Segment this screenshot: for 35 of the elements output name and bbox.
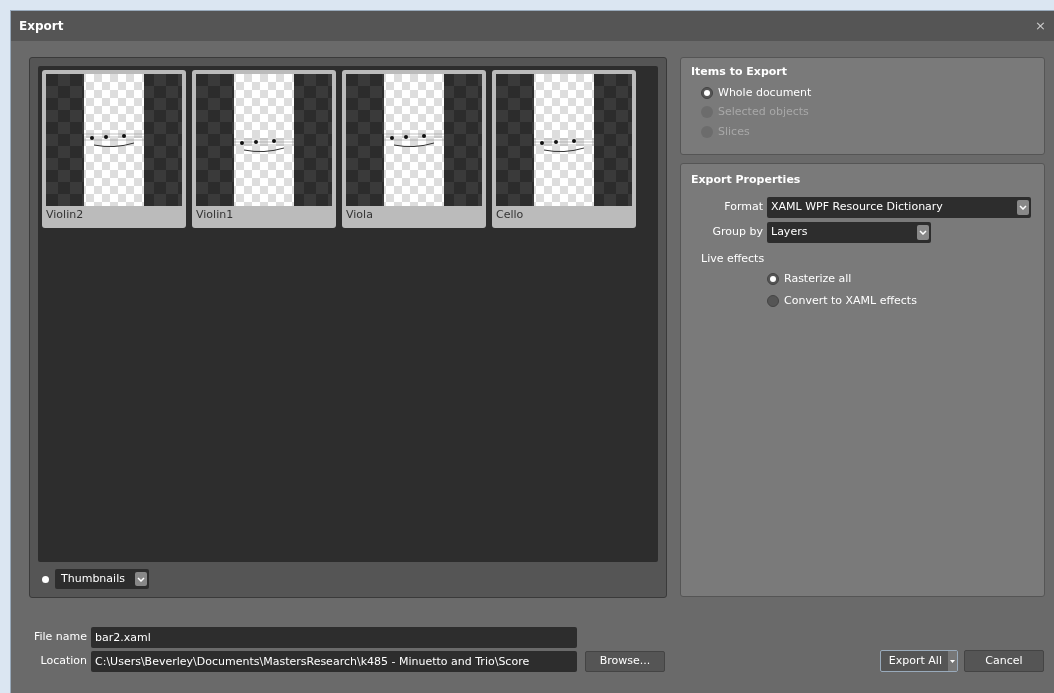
section-title: Export Properties [691, 172, 802, 188]
format-dropdown[interactable]: XAML WPF Resource Dictionary [767, 196, 1031, 218]
option-label: Whole document [718, 84, 812, 101]
radio-button[interactable] [701, 86, 713, 99]
cancel-button[interactable]: Cancel [964, 650, 1044, 672]
caret-icon [948, 651, 957, 671]
view-mode-dropdown[interactable]: Thumbnails [55, 569, 149, 589]
thumbnail-card[interactable]: Cello [492, 70, 636, 228]
field-label: Location [39, 653, 87, 670]
chevron-icon [1017, 199, 1029, 215]
window-title: Export [19, 18, 64, 35]
browse-button[interactable]: Browse... [585, 651, 665, 672]
section-title: Items to Export [691, 64, 789, 80]
field-label: Group by [711, 223, 763, 240]
file-name-field[interactable]: bar2.xaml [91, 627, 577, 648]
export-all-button[interactable]: Export All [879, 650, 958, 672]
thumbnail-card[interactable]: Violin2 [42, 70, 186, 228]
option-label: Convert to XAML effects [784, 292, 917, 309]
radio-button[interactable] [767, 294, 779, 307]
field-label: Format [723, 198, 763, 215]
close-button[interactable]: × [1035, 16, 1046, 36]
field-label: File name [32, 629, 87, 646]
group-by-dropdown[interactable]: Layers [767, 221, 931, 243]
thumbnail-card[interactable]: Violin1 [192, 70, 336, 228]
option-label: Rasterize all [784, 271, 852, 287]
thumbnail-card[interactable]: Viola [342, 70, 486, 228]
thumbnail-label: Viola [346, 207, 374, 223]
thumbnail-label: Cello [496, 207, 525, 223]
thumbnail-label: Violin2 [46, 207, 85, 223]
location-field[interactable]: C:\Users\Beverley\Documents\MastersResearch\k485 - Minuetto and Trio\Score [91, 651, 577, 672]
chevron-icon [134, 572, 147, 586]
field-label: Live effects [700, 250, 766, 267]
radio-button[interactable] [767, 273, 779, 286]
chevron-icon [917, 224, 929, 240]
thumbnail-label: Violin1 [196, 207, 235, 223]
